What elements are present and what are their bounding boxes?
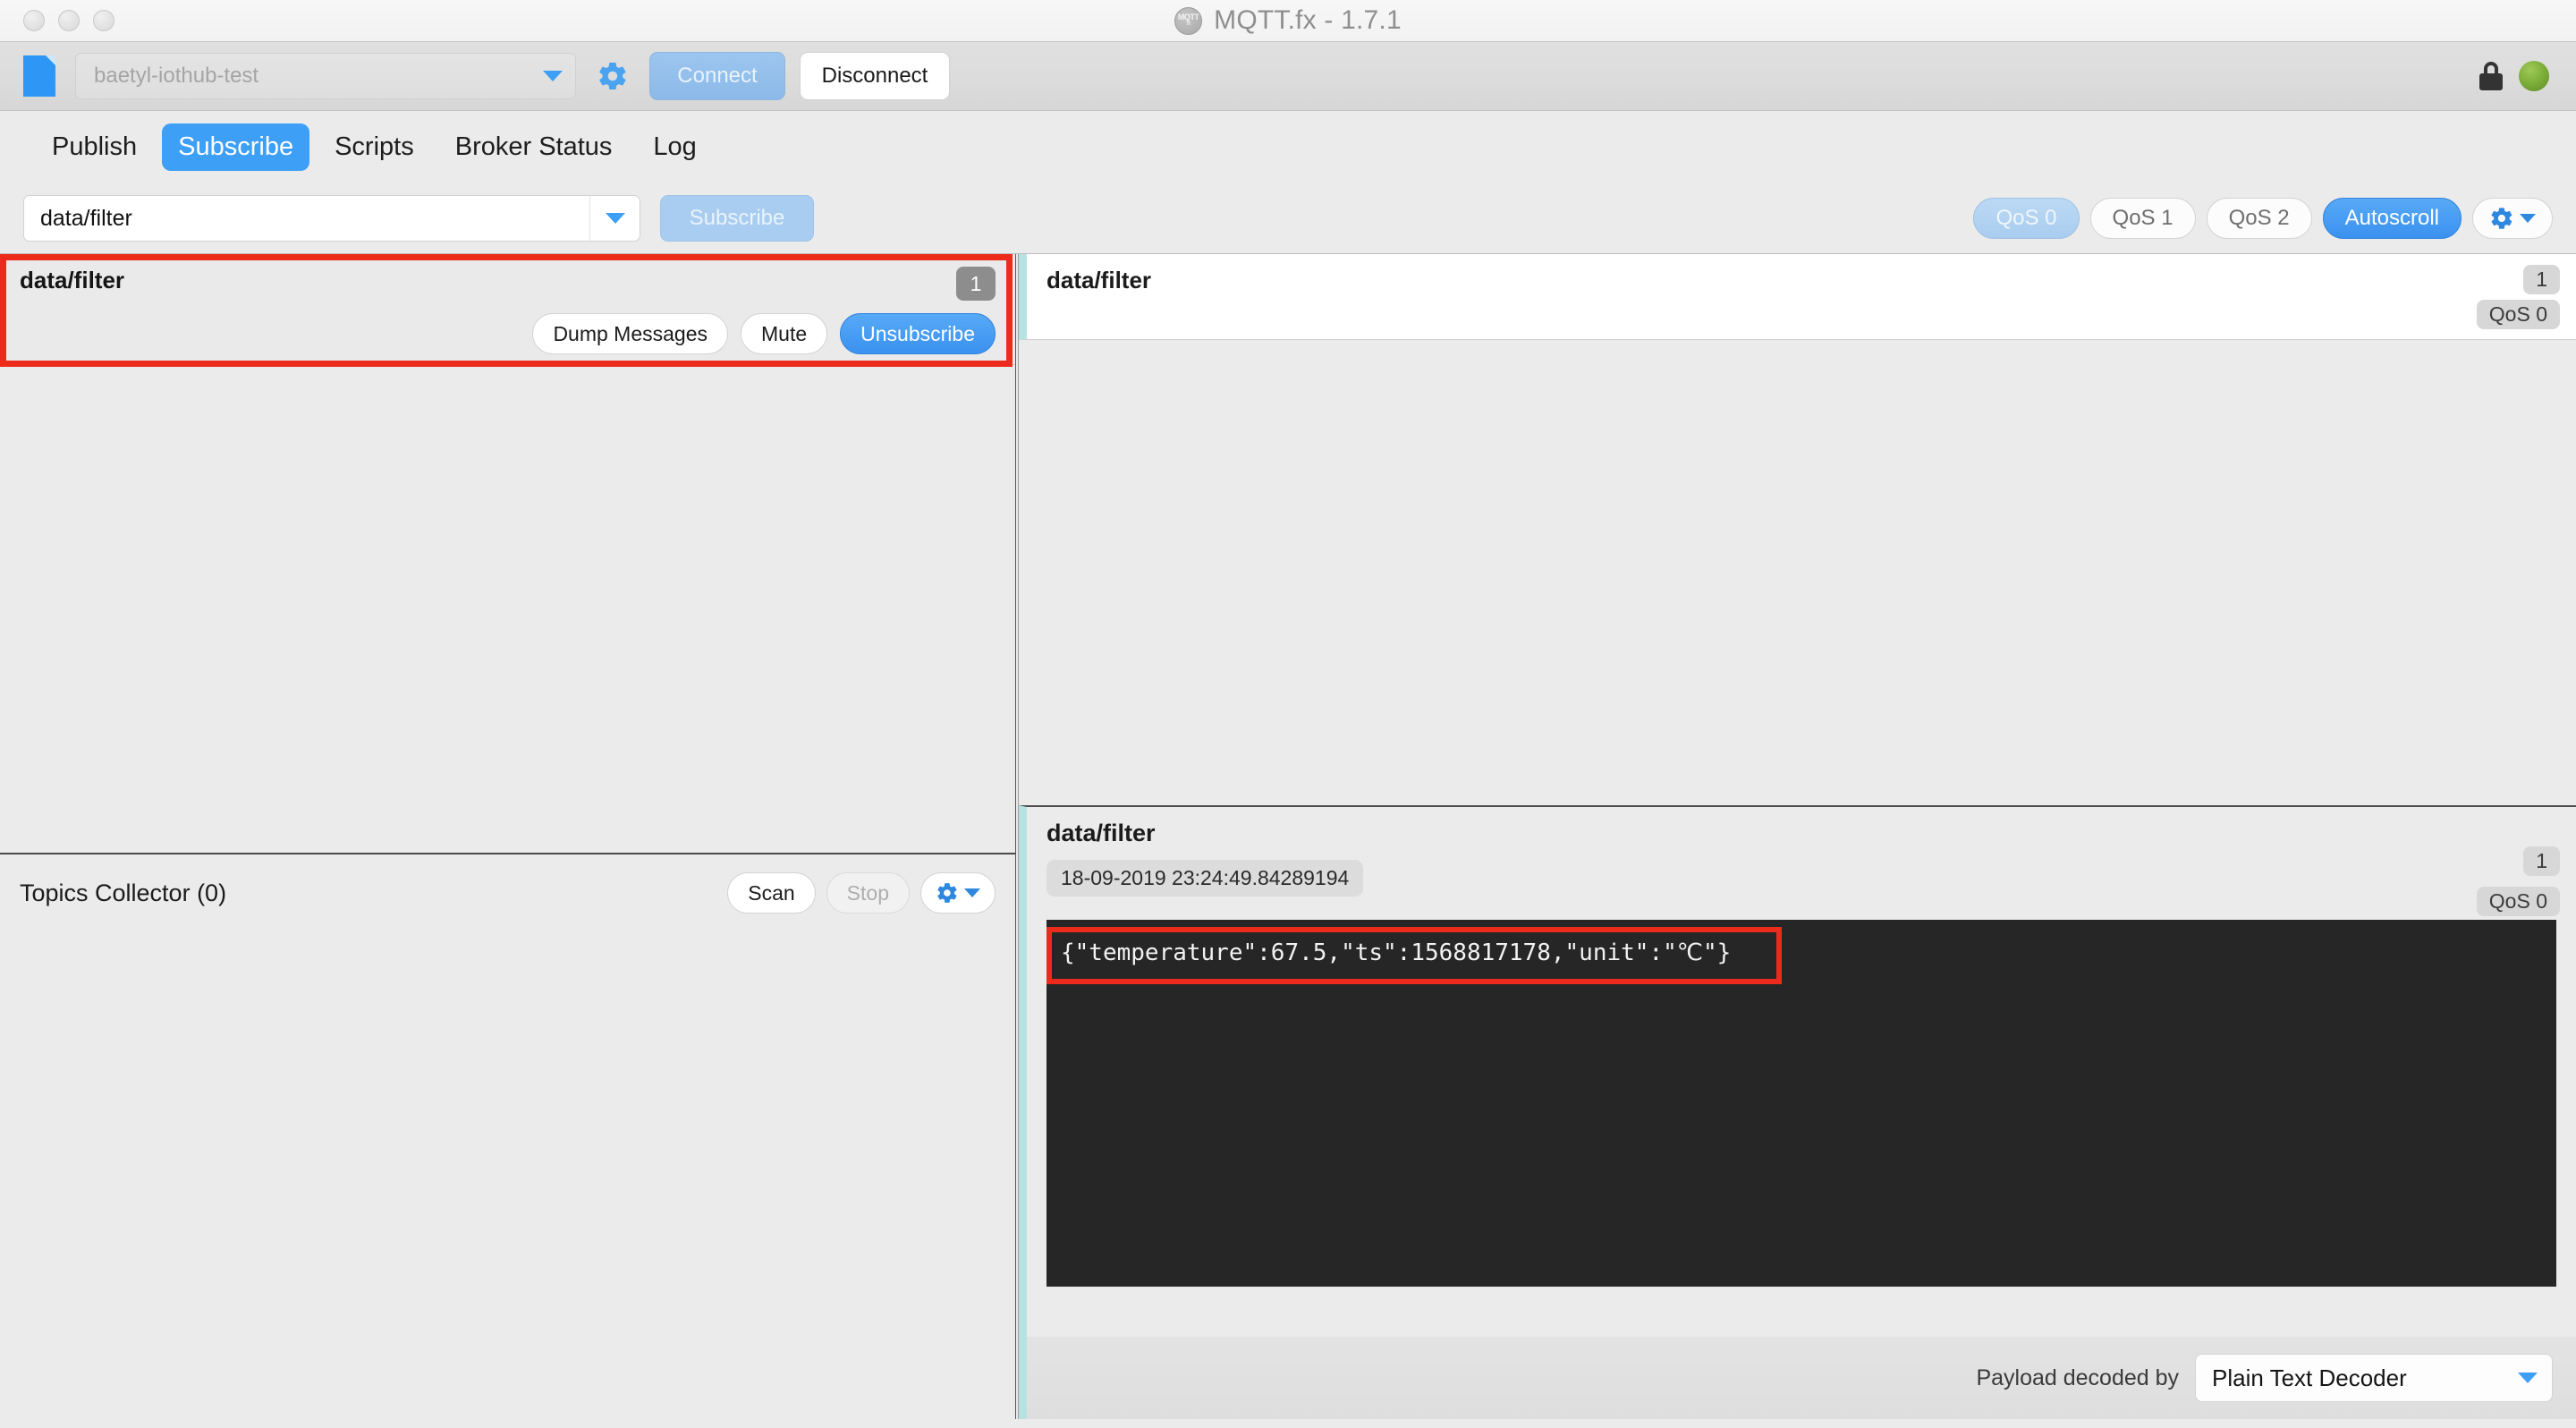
subscription-entry-header: data/filter 1 — [20, 267, 996, 301]
payload-decoder-label: Payload decoded by — [1976, 1364, 2179, 1390]
message-topic: data/filter — [1046, 267, 1152, 293]
subscribe-topic-input[interactable]: data/filter — [23, 195, 640, 242]
qos-0-button[interactable]: QoS 0 — [1973, 198, 2080, 239]
stop-button[interactable]: Stop — [826, 872, 910, 914]
payload-decoder-select[interactable]: Plain Text Decoder — [2195, 1354, 2553, 1402]
message-timestamp: 18-09-2019 23:24:49.84289194 — [1046, 860, 1364, 897]
message-detail-index-badge: 1 — [2523, 846, 2560, 876]
topics-collector-header: Topics Collector (0) Scan Stop — [0, 853, 1015, 931]
window-title-group: MQTT fx MQTT.fx - 1.7.1 — [0, 5, 2576, 36]
subscription-entry-actions: Dump Messages Mute Unsubscribe — [20, 313, 996, 354]
mute-button[interactable]: Mute — [741, 313, 828, 354]
chevron-down-icon — [2520, 214, 2536, 223]
unsubscribe-button[interactable]: Unsubscribe — [840, 313, 996, 354]
tab-publish[interactable]: Publish — [36, 123, 153, 171]
connection-bar: baetyl-iothub-test Connect Disconnect — [0, 42, 2576, 111]
message-payload-wrapper: {"temperature":67.5,"ts":1568817178,"uni… — [1027, 920, 2576, 1337]
message-qos-badge: QoS 0 — [2476, 300, 2560, 329]
green-status-circle[interactable] — [2519, 61, 2549, 91]
message-payload-text[interactable]: {"temperature":67.5,"ts":1568817178,"uni… — [1046, 920, 2556, 1287]
window-title: MQTT.fx - 1.7.1 — [1214, 5, 1402, 35]
message-badges: 1 QoS 0 — [2476, 265, 2560, 329]
message-detail-qos-badge: QoS 0 — [2476, 887, 2560, 916]
chevron-down-icon — [964, 888, 980, 897]
window-traffic-lights[interactable] — [23, 10, 114, 31]
topics-collector-list — [0, 931, 1015, 1419]
connection-status-group — [2479, 42, 2549, 110]
topic-history-dropdown[interactable] — [589, 196, 640, 241]
topics-collector-options-button[interactable] — [920, 872, 996, 914]
subscription-entry[interactable]: data/filter 1 Dump Messages Mute Unsubsc… — [0, 254, 1015, 365]
qos-2-button[interactable]: QoS 2 — [2206, 198, 2312, 239]
broker-profile-combobox[interactable]: baetyl-iothub-test — [75, 53, 576, 99]
subscription-message-count-badge: 1 — [956, 267, 996, 301]
subscribe-toolbar: data/filter Subscribe QoS 0 QoS 1 QoS 2 … — [0, 183, 2576, 253]
gear-icon — [937, 883, 957, 903]
main-tab-bar: Publish Subscribe Scripts Broker Status … — [0, 111, 2576, 183]
document-icon[interactable] — [23, 55, 55, 97]
window-title-bar: MQTT fx MQTT.fx - 1.7.1 — [0, 0, 2576, 42]
qos-and-options-group: QoS 0 QoS 1 QoS 2 Autoscroll — [1973, 183, 2553, 253]
tab-broker-status[interactable]: Broker Status — [439, 123, 629, 171]
tab-log[interactable]: Log — [637, 123, 712, 171]
mqtt-logo-line2: fx — [1186, 21, 1191, 27]
mqtt-logo-line1: MQTT — [1177, 13, 1199, 21]
message-list-empty-area — [1019, 340, 2576, 805]
window-maximize-button[interactable] — [93, 10, 114, 31]
messages-column: data/filter 1 QoS 0 data/filter 18-09-20… — [1019, 254, 2576, 1419]
payload-decoder-value: Plain Text Decoder — [2212, 1364, 2407, 1391]
lock-icon — [2479, 62, 2503, 90]
chevron-down-icon — [2518, 1373, 2538, 1383]
topics-collector-actions: Scan Stop — [727, 872, 996, 914]
message-detail-panel: data/filter 18-09-2019 23:24:49.84289194… — [1019, 805, 2576, 1419]
chevron-down-icon[interactable] — [543, 71, 563, 81]
subscription-topic: data/filter — [20, 267, 125, 293]
subscribe-button[interactable]: Subscribe — [660, 195, 814, 242]
subscription-entry-wrapper: data/filter 1 Dump Messages Mute Unsubsc… — [0, 254, 1015, 367]
message-detail-badges: 1 QoS 0 — [2476, 846, 2560, 916]
message-detail-header: data/filter 18-09-2019 23:24:49.84289194… — [1027, 820, 2576, 916]
dump-messages-button[interactable]: Dump Messages — [532, 313, 729, 354]
mqtt-logo-icon: MQTT fx — [1174, 6, 1203, 35]
subscribe-options-button[interactable] — [2472, 198, 2553, 239]
topics-collector-label: Topics Collector (0) — [20, 879, 227, 906]
disconnect-button[interactable]: Disconnect — [800, 52, 950, 100]
autoscroll-toggle[interactable]: Autoscroll — [2322, 198, 2462, 239]
gear-icon — [2491, 208, 2512, 229]
message-list: data/filter 1 QoS 0 — [1019, 254, 2576, 805]
gear-icon[interactable] — [596, 59, 630, 93]
window-minimize-button[interactable] — [58, 10, 80, 31]
subscribe-topic-value: data/filter — [40, 205, 132, 231]
qos-1-button[interactable]: QoS 1 — [2089, 198, 2196, 239]
subscribe-main-area: data/filter 1 Dump Messages Mute Unsubsc… — [0, 253, 2576, 1419]
scan-button[interactable]: Scan — [727, 872, 816, 914]
tab-subscribe[interactable]: Subscribe — [162, 123, 310, 171]
broker-profile-value: baetyl-iothub-test — [94, 64, 259, 88]
subscriptions-column: data/filter 1 Dump Messages Mute Unsubsc… — [0, 254, 1015, 1419]
message-index-badge: 1 — [2523, 265, 2560, 294]
tab-scripts[interactable]: Scripts — [318, 123, 430, 171]
window-close-button[interactable] — [23, 10, 45, 31]
chevron-down-icon — [605, 213, 625, 224]
list-item[interactable]: data/filter 1 QoS 0 — [1019, 254, 2576, 340]
connect-button[interactable]: Connect — [649, 52, 785, 100]
message-detail-topic: data/filter — [1046, 820, 1156, 846]
payload-decoder-row: Payload decoded by Plain Text Decoder — [1027, 1337, 2576, 1419]
subscriptions-empty-area — [0, 365, 1015, 853]
